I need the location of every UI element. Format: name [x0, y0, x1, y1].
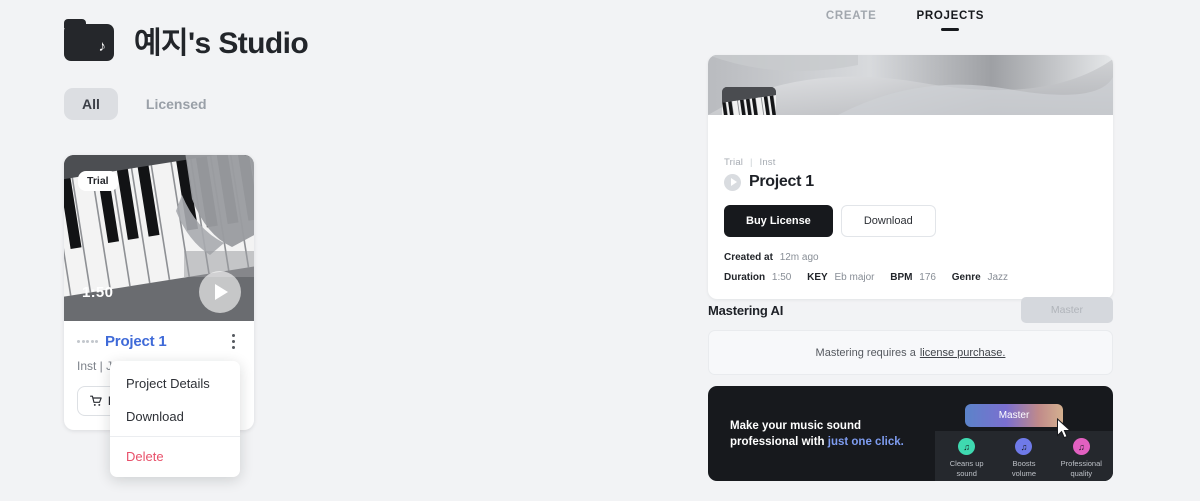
tab-projects[interactable]: PROJECTS: [916, 10, 985, 31]
filter-licensed[interactable]: Licensed: [128, 88, 225, 120]
promo-feature-label: Boosts volume: [1012, 459, 1036, 478]
mastering-notice-text: Mastering requires a: [815, 346, 916, 359]
promo-copy: Make your music sound professional with …: [730, 418, 904, 450]
project-banner: [708, 55, 1113, 115]
genre-value: Jazz: [987, 272, 1009, 283]
promo-feature-label-line1: Boosts: [1012, 459, 1036, 468]
project-card-title-row: Project 1: [77, 333, 241, 350]
duration-overlay: 1:50: [82, 284, 114, 301]
promo-feature-label: Professional quality: [1061, 459, 1102, 478]
detail-title-row: Project 1: [724, 173, 1097, 191]
top-navigation: CREATE PROJECTS: [690, 10, 1120, 31]
context-menu-divider: [110, 436, 240, 437]
promo-feature-professional-quality: ♫ Professional quality: [1053, 438, 1110, 478]
promo-master-button[interactable]: Master: [965, 404, 1063, 427]
tab-projects-label: PROJECTS: [916, 10, 985, 22]
mastering-promo-banner: Make your music sound professional with …: [708, 386, 1113, 481]
studio-header: ♪ 예지's Studio: [64, 18, 309, 62]
duration-label: Duration: [724, 272, 766, 283]
mastering-notice: Mastering requires a license purchase.: [708, 330, 1113, 375]
play-icon[interactable]: [724, 173, 741, 191]
active-tab-indicator: [941, 28, 960, 31]
mastering-title: Mastering AI: [708, 302, 784, 318]
shopping-cart-icon: [90, 395, 102, 406]
breadcrumb: Trial | Inst: [724, 157, 1097, 168]
context-menu-item-download[interactable]: Download: [110, 400, 240, 433]
promo-feature-label: Cleans up sound: [950, 459, 984, 478]
project-detail-card: Trial | Inst Project 1 Buy License Downl…: [708, 55, 1113, 299]
promo-feature-label-line2: sound: [956, 468, 977, 478]
filter-all[interactable]: All: [64, 88, 118, 120]
promo-feature-list: ♫ Cleans up sound ♫ Boosts volume ♫ Prof…: [938, 438, 1110, 478]
bpm-label: BPM: [890, 272, 913, 283]
created-at-row: Created at 12m ago: [724, 252, 1097, 263]
promo-feature-label-line1: Professional: [1060, 459, 1102, 468]
download-button[interactable]: Download: [840, 205, 936, 237]
library-panel: ♪ 예지's Studio All Licensed Trial 1:50 Pr…: [0, 0, 690, 501]
context-menu-item-project-details[interactable]: Project Details: [110, 367, 240, 400]
project-card-title[interactable]: Project 1: [105, 333, 218, 350]
promo-line-2-plain: professional with: [730, 436, 828, 448]
master-button-disabled[interactable]: Master: [1020, 297, 1113, 323]
project-mini-thumbnail: [722, 87, 776, 115]
breadcrumb-trial: Trial: [724, 157, 744, 168]
filter-tabs: All Licensed: [64, 88, 225, 120]
mouse-cursor-icon: [1057, 418, 1072, 439]
detail-project-title: Project 1: [749, 173, 814, 190]
key-value: Eb major: [834, 272, 875, 283]
context-menu-item-delete[interactable]: Delete: [110, 440, 240, 473]
music-note-icon: ♫: [958, 438, 976, 455]
mastering-section-header: Mastering AI Master: [708, 297, 1113, 323]
play-icon[interactable]: [199, 271, 241, 313]
promo-feature-label-line1: Cleans up: [949, 459, 984, 468]
key-label: KEY: [807, 272, 828, 283]
music-note-icon: ♫: [1072, 438, 1090, 455]
promo-feature-label-line2: volume: [1011, 468, 1037, 478]
license-purchase-link[interactable]: license purchase.: [920, 347, 1006, 359]
duration-value: 1:50: [771, 272, 792, 283]
detail-action-buttons: Buy License Download: [724, 205, 1097, 237]
project-detail-body: Trial | Inst Project 1 Buy License Downl…: [708, 115, 1113, 299]
dotted-prefix-icon: [77, 340, 98, 343]
track-meta-row: Duration 1:50 KEY Eb major BPM 176 Genre…: [724, 272, 1097, 283]
context-menu[interactable]: Project Details Download Delete: [110, 361, 240, 477]
promo-line-2-accent: just one click.: [827, 436, 904, 448]
project-thumbnail[interactable]: Trial 1:50: [64, 155, 254, 321]
page-title: 예지's Studio: [134, 27, 309, 60]
app-root: ♪ 예지's Studio All Licensed Trial 1:50 Pr…: [0, 0, 1200, 501]
kebab-menu-icon[interactable]: [225, 334, 241, 349]
folder-music-icon: ♪: [64, 19, 114, 61]
promo-line-2: professional with just one click.: [730, 434, 904, 450]
buy-license-button[interactable]: Buy License: [724, 205, 833, 237]
music-note-icon: ♫: [1015, 438, 1033, 455]
promo-feature-label-line2: quality: [1070, 468, 1093, 478]
genre-label: Genre: [951, 272, 981, 283]
promo-feature-boosts-volume: ♫ Boosts volume: [995, 438, 1052, 478]
promo-feature-cleans-up-sound: ♫ Cleans up sound: [938, 438, 995, 478]
trial-badge: Trial: [78, 171, 118, 191]
promo-line-1: Make your music sound: [730, 420, 862, 432]
piano-mini-artwork: [722, 87, 776, 115]
created-at-value: 12m ago: [779, 252, 819, 263]
breadcrumb-separator: |: [749, 157, 753, 168]
breadcrumb-inst: Inst: [759, 157, 776, 168]
bpm-value: 176: [919, 272, 936, 283]
tab-create[interactable]: CREATE: [826, 10, 877, 22]
created-at-label: Created at: [724, 252, 773, 263]
